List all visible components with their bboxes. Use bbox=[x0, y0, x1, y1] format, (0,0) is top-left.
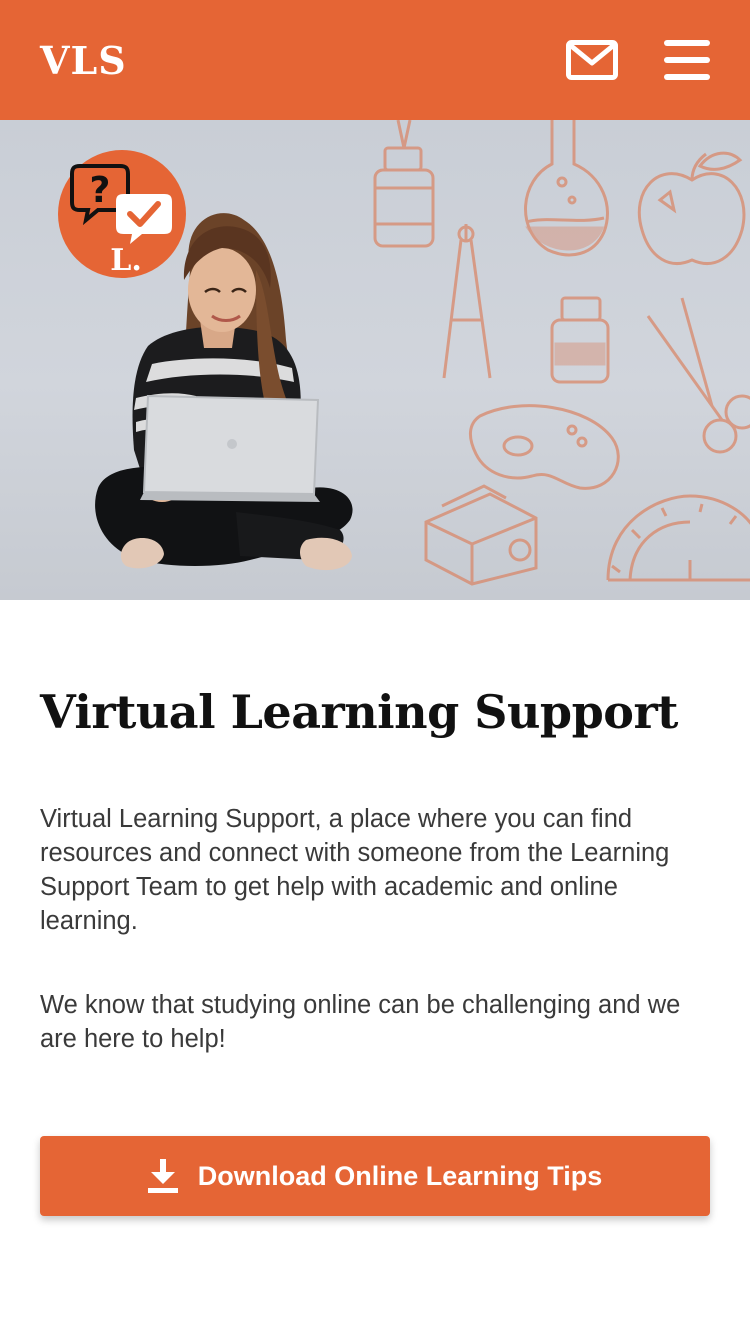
glue-bottle-icon bbox=[373, 120, 435, 248]
apple-icon bbox=[637, 151, 746, 265]
pencil-sharpener-icon bbox=[424, 484, 538, 586]
intro-paragraph: Virtual Learning Support, a place where … bbox=[40, 805, 670, 935]
flask-icon bbox=[524, 120, 609, 257]
paint-palette-icon bbox=[469, 404, 620, 490]
app-header: VLS bbox=[0, 0, 750, 120]
svg-text:?: ? bbox=[90, 170, 111, 211]
hamburger-menu-icon bbox=[664, 40, 710, 80]
menu-button[interactable] bbox=[664, 40, 710, 80]
scissors-icon bbox=[646, 297, 750, 454]
brand-logo[interactable]: VLS bbox=[40, 38, 127, 83]
main-content: Virtual Learning Support Virtual Learnin… bbox=[0, 600, 750, 1216]
mail-button[interactable] bbox=[566, 40, 618, 80]
download-button-label: Download Online Learning Tips bbox=[197, 1160, 603, 1191]
header-actions bbox=[566, 40, 710, 80]
download-icon bbox=[147, 1159, 178, 1193]
mail-icon bbox=[566, 40, 618, 80]
vls-badge: ? L. bbox=[58, 150, 186, 278]
school-doodles bbox=[373, 120, 750, 586]
download-tips-button[interactable]: Download Online Learning Tips bbox=[40, 1136, 710, 1216]
page-title: Virtual Learning Support bbox=[40, 685, 678, 739]
ink-bottle-icon bbox=[550, 296, 610, 384]
badge-letter: L. bbox=[110, 243, 142, 278]
protractor-icon bbox=[606, 494, 750, 582]
hero-banner: ? L. bbox=[0, 120, 750, 600]
support-paragraph: We know that studying online can be chal… bbox=[40, 991, 681, 1053]
compass-icon bbox=[442, 224, 492, 379]
hero-illustration: ? L. bbox=[58, 120, 750, 586]
